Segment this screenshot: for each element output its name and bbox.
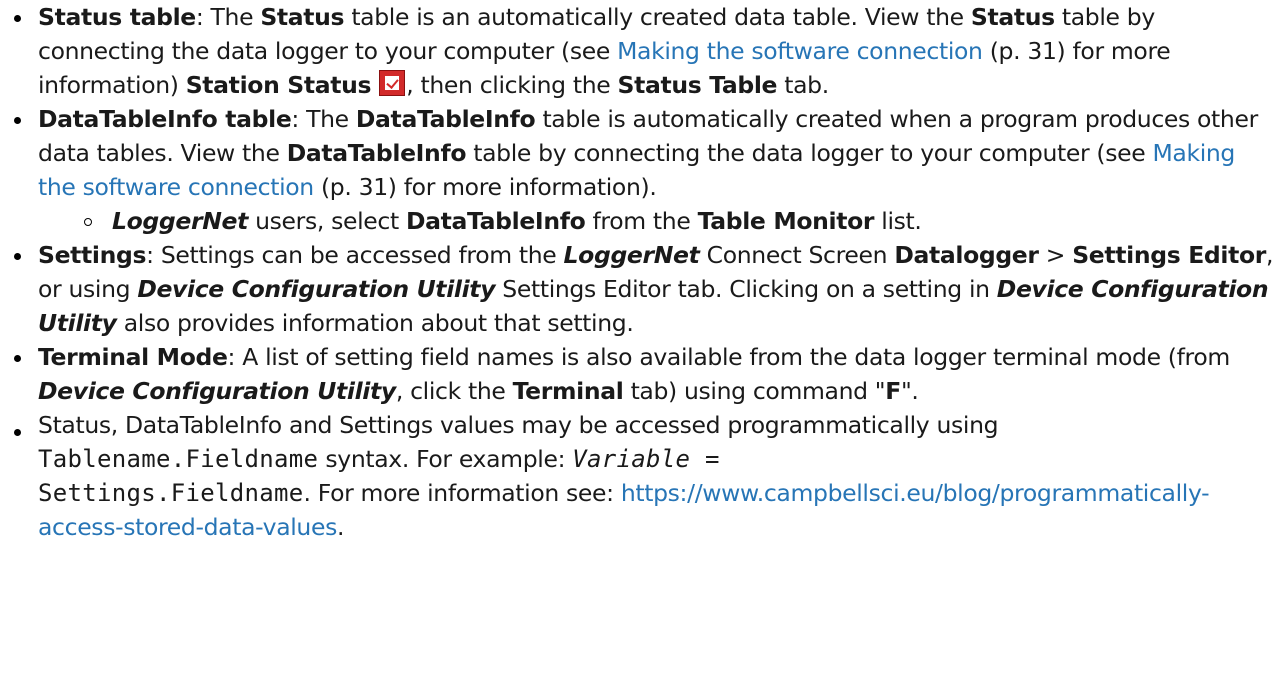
italic-loggernet: LoggerNet — [563, 241, 700, 269]
text: : The — [195, 3, 261, 31]
italic-device-config-utility: Device Configuration Utility — [137, 275, 496, 303]
text: users, select — [247, 207, 406, 235]
making-connection-link[interactable]: Making the software connection — [617, 37, 983, 65]
text: Settings Editor tab. Clicking on a setti… — [495, 275, 997, 303]
text: , then clicking the — [406, 71, 618, 99]
text: tab) using command " — [623, 377, 886, 405]
list-item-programmatic-access: Status, DataTableInfo and Settings value… — [0, 408, 1275, 544]
bold-station-status: Station Status — [185, 71, 372, 99]
text: list. — [874, 207, 922, 235]
italic-loggernet: LoggerNet — [112, 207, 248, 235]
bold-datatableinfo: DataTableInfo — [355, 105, 536, 133]
term-datatableinfo: DataTableInfo table — [38, 105, 292, 133]
text: table is an automatically created data t… — [344, 3, 971, 31]
bold-status: Status — [260, 3, 345, 31]
bold-datatableinfo: DataTableInfo — [286, 139, 467, 167]
list-item-datatableinfo: DataTableInfo table: The DataTableInfo t… — [0, 102, 1275, 238]
list-item-status-table: Status table: The Status table is an aut… — [0, 0, 1275, 102]
text: syntax. For example: — [318, 445, 573, 473]
bold-datalogger: Datalogger — [894, 241, 1039, 269]
sub-list: LoggerNet users, select DataTableInfo fr… — [38, 204, 1275, 238]
bold-terminal: Terminal — [512, 377, 624, 405]
code-variable: Variable = — [572, 445, 720, 473]
text: tab. — [777, 71, 829, 99]
code-settings-fieldname: Settings.Fieldname — [38, 479, 304, 507]
list-item-terminal-mode: Terminal Mode: A list of setting field n… — [0, 340, 1275, 408]
station-status-icon — [379, 70, 406, 96]
bold-settings-editor: Settings Editor — [1072, 241, 1266, 269]
italic-device-config-utility: Device Configuration Utility — [38, 377, 396, 405]
text: Status, DataTableInfo and Settings value… — [38, 411, 999, 439]
text: table by connecting the data logger to y… — [466, 139, 1153, 167]
text: Connect Screen — [699, 241, 895, 269]
bold-command-f: F — [885, 377, 901, 405]
sub-item-loggernet: LoggerNet users, select DataTableInfo fr… — [78, 204, 1275, 238]
term-settings: Settings — [38, 241, 147, 269]
text: also provides information about that set… — [116, 309, 634, 337]
text: > — [1038, 241, 1073, 269]
list-item-settings: Settings: Settings can be accessed from … — [0, 238, 1275, 340]
bold-status-table: Status Table — [617, 71, 778, 99]
text: . For more information see: — [303, 479, 621, 507]
term-terminal-mode: Terminal Mode — [38, 343, 228, 371]
text: . — [336, 513, 345, 541]
text: : Settings can be accessed from the — [146, 241, 564, 269]
text: from the — [585, 207, 698, 235]
info-source-list: Status table: The Status table is an aut… — [0, 0, 1275, 544]
text: : A list of setting field names is also … — [227, 343, 1231, 371]
text: : The — [291, 105, 356, 133]
text: , click the — [395, 377, 513, 405]
text: (p. 31) for more information). — [313, 173, 657, 201]
bold-status: Status — [970, 3, 1055, 31]
text: ". — [900, 377, 919, 405]
code-tablename-fieldname: Tablename.Fieldname — [38, 445, 319, 473]
document-body: Status table: The Status table is an aut… — [0, 0, 1275, 544]
bold-datatableinfo: DataTableInfo — [405, 207, 586, 235]
term-status-table: Status table — [38, 3, 196, 31]
bold-table-monitor: Table Monitor — [697, 207, 875, 235]
